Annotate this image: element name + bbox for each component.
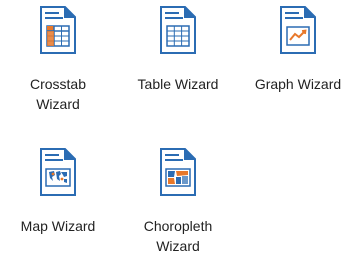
crosstab-document-icon (40, 6, 76, 54)
crosstab-wizard-label: Crosstab Wizard (29, 76, 87, 112)
map-wizard-label: Map Wizard (20, 218, 96, 234)
crosstab-wizard-tile[interactable]: Crosstab Wizard (0, 0, 116, 126)
graph-document-icon (280, 6, 316, 54)
map-wizard-tile[interactable]: Map Wizard (0, 142, 116, 268)
wizard-gallery: Crosstab Wizard Table Wizard Graph Wizar… (0, 0, 360, 267)
map-document-icon (40, 148, 76, 196)
choropleth-wizard-tile[interactable]: Choropleth Wizard (120, 142, 236, 268)
choropleth-document-icon (160, 148, 196, 196)
graph-wizard-tile[interactable]: Graph Wizard (240, 0, 356, 126)
table-document-icon (160, 6, 196, 54)
choropleth-wizard-label: Choropleth Wizard (143, 218, 213, 254)
table-wizard-tile[interactable]: Table Wizard (120, 0, 236, 126)
table-wizard-label: Table Wizard (137, 76, 219, 92)
graph-wizard-label: Graph Wizard (254, 76, 342, 92)
